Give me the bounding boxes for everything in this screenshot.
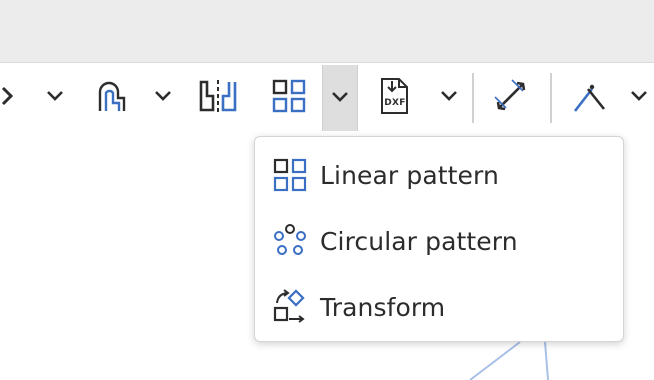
offset-button[interactable]: [92, 77, 132, 115]
toolbar-separator: [472, 73, 474, 123]
circular-pattern-icon: [272, 223, 308, 259]
pattern-dropdown-menu: Linear pattern Circular pattern Transfor…: [254, 136, 624, 342]
linear-pattern-icon: [272, 157, 308, 193]
dimension-icon: [492, 77, 530, 115]
linear-pattern-icon: [271, 78, 307, 114]
mirror-icon: [197, 78, 239, 114]
dxf-import-icon: DXF: [375, 77, 413, 115]
menu-item-label: Circular pattern: [320, 226, 518, 256]
offset-sketch-icon: [95, 78, 129, 114]
partial-tool-button[interactable]: [0, 77, 22, 115]
toolbar-separator: [550, 73, 552, 123]
offset-dropdown[interactable]: [148, 77, 178, 115]
pattern-button[interactable]: [266, 77, 312, 115]
menu-item-label: Transform: [320, 292, 446, 322]
pattern-dropdown[interactable]: [322, 65, 358, 131]
dxf-import-button[interactable]: DXF: [372, 77, 416, 115]
partial-tool-dropdown[interactable]: [40, 77, 70, 115]
chevron-down-icon: [153, 89, 173, 103]
mirror-button[interactable]: [196, 77, 240, 115]
sketch-toolbar: DXF: [0, 63, 654, 133]
transform-icon: [272, 289, 308, 325]
menu-item-transform[interactable]: Transform: [255, 277, 623, 337]
menu-item-linear-pattern[interactable]: Linear pattern: [255, 145, 623, 205]
construction-line-icon: [570, 77, 608, 115]
chevron-down-icon: [330, 89, 350, 108]
chevron-down-icon: [439, 89, 459, 103]
menu-item-circular-pattern[interactable]: Circular pattern: [255, 211, 623, 271]
dxf-label: DXF: [384, 98, 406, 108]
chevron-down-icon: [45, 89, 65, 103]
chevron-down-icon: [629, 89, 649, 103]
construction-dropdown[interactable]: [624, 77, 654, 115]
menu-item-label: Linear pattern: [320, 160, 499, 190]
dimension-button[interactable]: [488, 77, 534, 115]
dxf-dropdown[interactable]: [434, 77, 464, 115]
partial-tool-icon: [1, 84, 21, 108]
construction-button[interactable]: [566, 77, 612, 115]
